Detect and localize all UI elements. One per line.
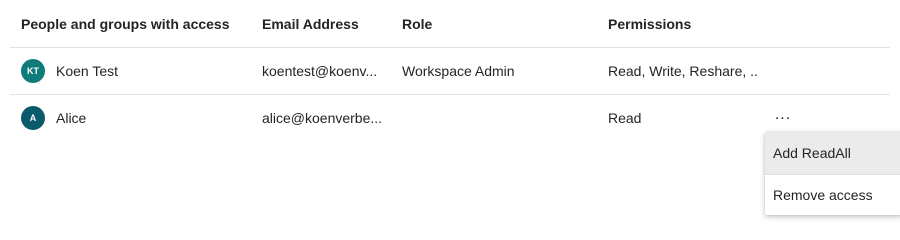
user-role: Workspace Admin <box>402 63 515 79</box>
column-header-email[interactable]: Email Address <box>262 0 392 47</box>
user-email: koentest@koenv... <box>262 63 378 79</box>
email-cell: alice@koenverbe... <box>262 95 392 141</box>
user-permissions: Read, Write, Reshare, ... <box>608 63 758 79</box>
context-menu: Add ReadAll Remove access <box>765 132 900 215</box>
table-header: People and groups with access Email Addr… <box>10 0 890 48</box>
menu-item-remove-access[interactable]: Remove access <box>765 174 900 215</box>
user-name: Koen Test <box>56 63 119 79</box>
permissions-cell: Read, Write, Reshare, ... <box>608 48 758 94</box>
avatar: KT <box>21 59 45 83</box>
menu-item-add-readall[interactable]: Add ReadAll <box>765 132 900 174</box>
access-table: People and groups with access Email Addr… <box>10 0 890 141</box>
more-options-button[interactable]: ... <box>775 107 791 129</box>
user-cell: A Alice <box>21 95 261 141</box>
role-cell: Workspace Admin <box>402 48 597 94</box>
table-row[interactable]: KT Koen Test koentest@koenv... Workspace… <box>10 48 890 95</box>
column-header-role[interactable]: Role <box>402 0 597 47</box>
role-cell <box>402 95 597 141</box>
table-row[interactable]: A Alice alice@koenverbe... Read ... <box>10 95 890 141</box>
user-permissions: Read <box>608 110 642 126</box>
email-cell: koentest@koenv... <box>262 48 392 94</box>
user-cell: KT Koen Test <box>21 48 261 94</box>
avatar: A <box>21 106 45 130</box>
permissions-cell: Read <box>608 95 758 141</box>
user-email: alice@koenverbe... <box>262 110 383 126</box>
column-header-permissions[interactable]: Permissions <box>608 0 758 47</box>
column-header-name[interactable]: People and groups with access <box>21 0 261 47</box>
user-name: Alice <box>56 110 87 126</box>
access-page: People and groups with access Email Addr… <box>0 0 900 224</box>
